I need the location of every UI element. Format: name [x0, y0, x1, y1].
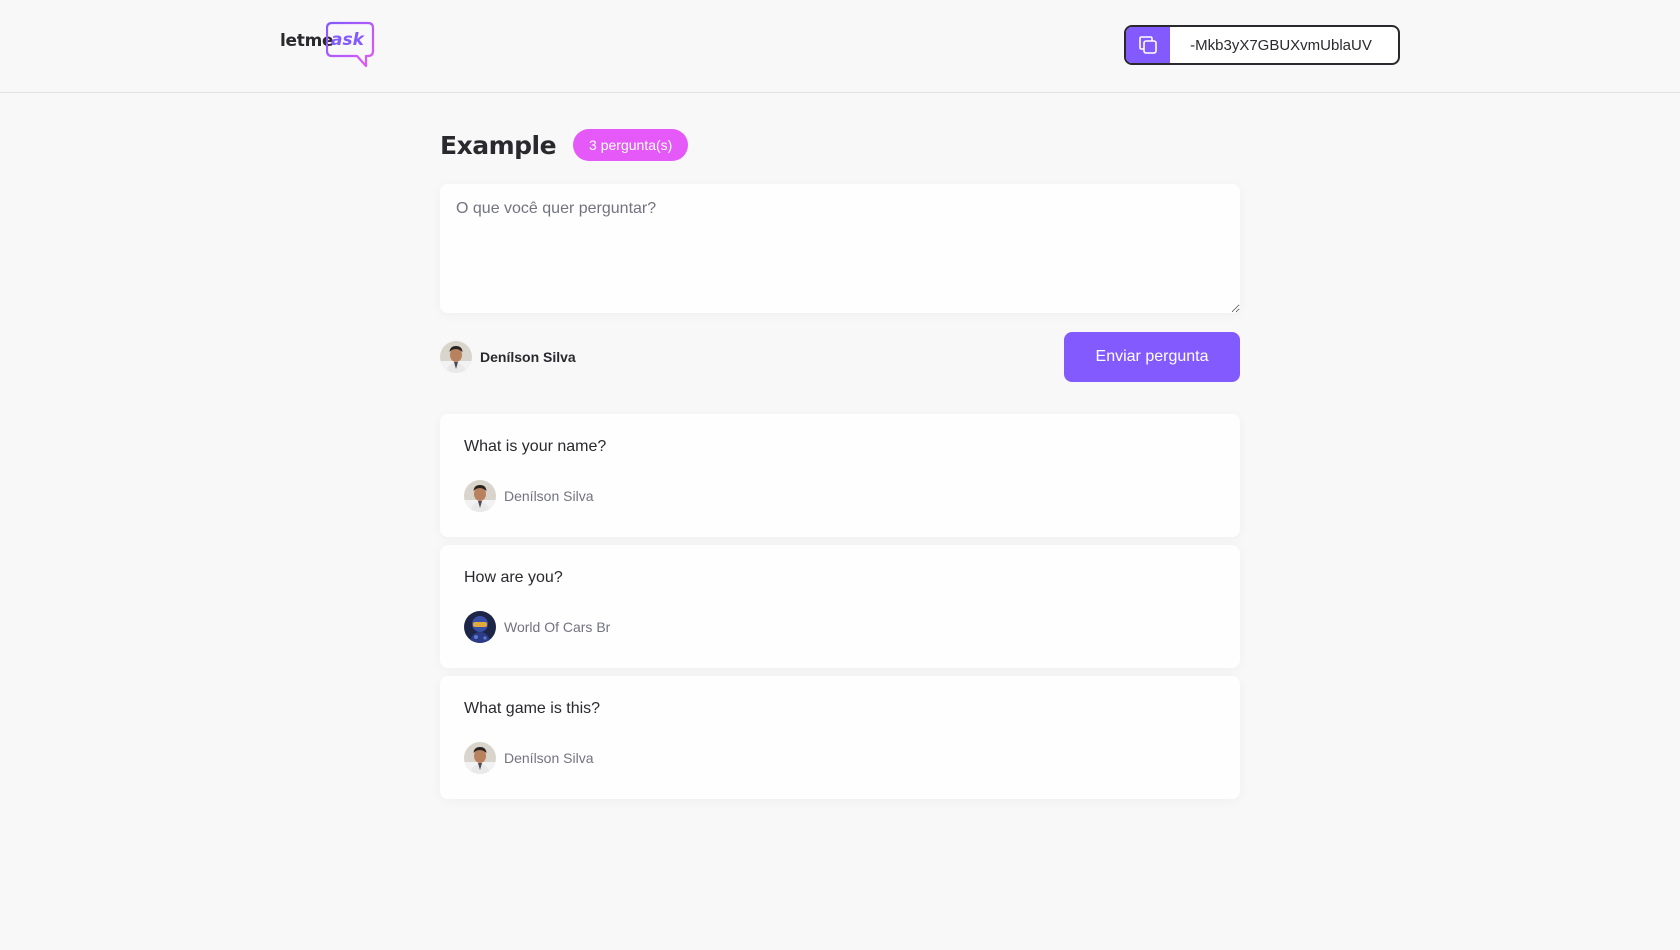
question-card: How are you? World Of Cars Br	[440, 545, 1240, 668]
current-user: Denílson Silva	[440, 341, 576, 373]
author-name: World Of Cars Br	[504, 619, 611, 635]
avatar	[440, 341, 472, 373]
avatar	[464, 480, 496, 512]
logo-accent-text: ask	[331, 30, 364, 50]
copy-icon[interactable]	[1126, 27, 1170, 63]
question-card: What is your name? Denílson Silva	[440, 414, 1240, 537]
room-code-button[interactable]: -Mkb3yX7GBUXvmUblaUV	[1124, 25, 1400, 65]
room-title-bar: Example 3 pergunta(s)	[440, 125, 689, 165]
question-card: What game is this? Denílson Silva	[440, 676, 1240, 799]
question-author: World Of Cars Br	[464, 611, 610, 643]
author-name: Denílson Silva	[504, 750, 594, 766]
room-code-text: -Mkb3yX7GBUXvmUblaUV	[1190, 36, 1372, 54]
avatar	[464, 611, 496, 643]
question-author: Denílson Silva	[464, 480, 594, 512]
question-input[interactable]	[440, 184, 1240, 313]
question-content: What is your name?	[464, 438, 607, 455]
app-header: letme ask -Mkb3yX7GBUXvmUblaUV	[0, 0, 1680, 93]
question-list: What is your name? Denílson Silva How ar…	[440, 414, 1240, 807]
letmeask-logo[interactable]: letme ask	[278, 21, 376, 69]
send-question-button[interactable]: Enviar pergunta	[1064, 332, 1240, 382]
avatar	[464, 742, 496, 774]
form-footer: Denílson Silva Enviar pergunta	[440, 332, 1240, 382]
question-content: How are you?	[464, 569, 563, 586]
current-user-name: Denílson Silva	[480, 349, 576, 365]
question-author: Denílson Silva	[464, 742, 594, 774]
question-content: What game is this?	[464, 700, 601, 717]
question-count-badge: 3 pergunta(s)	[573, 129, 689, 161]
room-title: Example	[440, 130, 557, 160]
author-name: Denílson Silva	[504, 488, 594, 504]
